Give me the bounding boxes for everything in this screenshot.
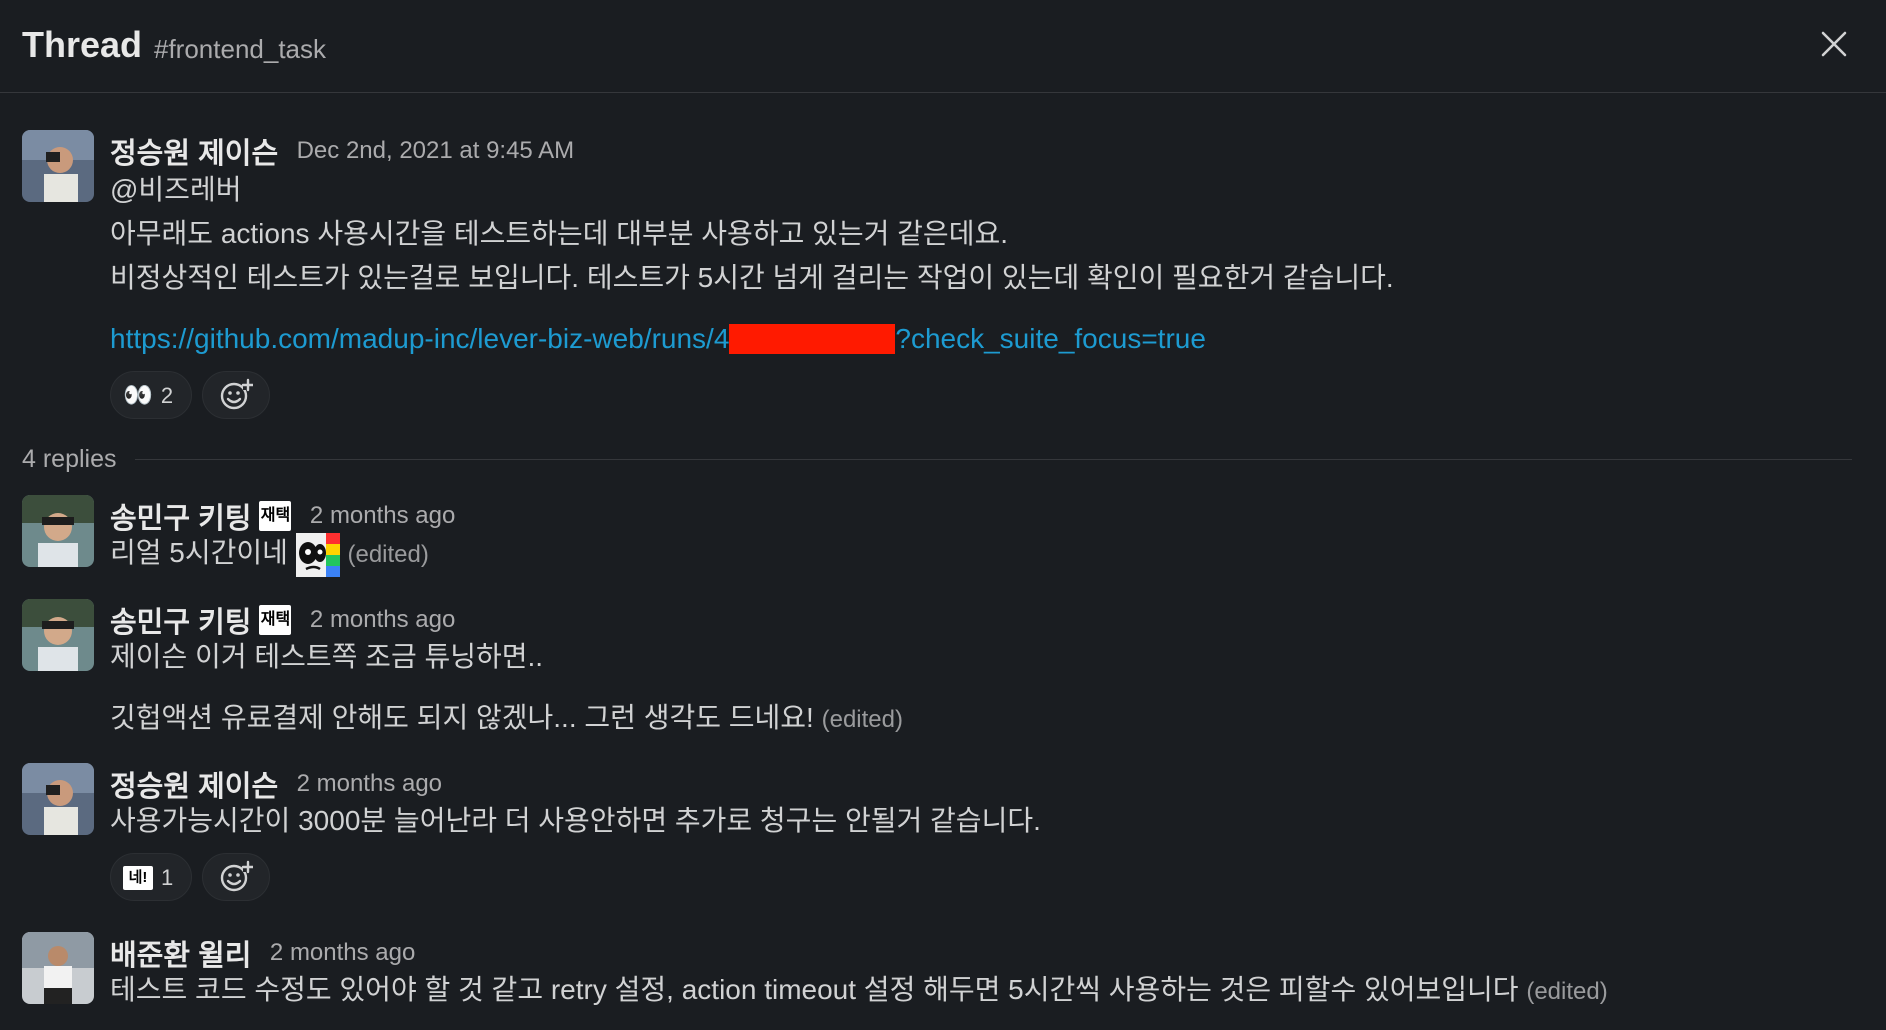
thread-title: Thread xyxy=(22,24,143,65)
message-line: 제이슨 이거 테스트쪽 조금 튜닝하면.. xyxy=(110,641,544,672)
timestamp[interactable]: 2 months ago xyxy=(310,606,455,633)
redaction-box xyxy=(729,323,896,354)
message-text: 리얼 5시간이네 xyxy=(110,537,288,568)
avatar[interactable] xyxy=(22,932,94,1004)
avatar[interactable] xyxy=(22,763,94,835)
message-text: 깃헙액션 유료결제 안해도 되지 않겠나... 그런 생각도 드네요! xyxy=(110,702,814,733)
avatar[interactable] xyxy=(22,599,94,671)
reaction-count: 2 xyxy=(160,383,174,409)
add-reaction-icon xyxy=(221,378,255,409)
ne-emoji-icon: 네! xyxy=(123,866,153,891)
reaction-ne[interactable]: 네! 1 xyxy=(110,853,192,901)
timestamp[interactable]: 2 months ago xyxy=(270,939,415,966)
link-suffix[interactable]: ?check_suite_focus=true xyxy=(895,323,1206,354)
reactions: 네! 1 xyxy=(110,853,1850,901)
add-reaction-button[interactable] xyxy=(202,853,271,901)
timestamp[interactable]: 2 months ago xyxy=(297,770,442,797)
reaction-count: 1 xyxy=(161,865,174,891)
divider-line xyxy=(22,459,1852,460)
status-emoji-badge[interactable]: 재택 xyxy=(259,605,292,635)
message-line: @비즈레버 xyxy=(110,174,242,205)
author-name[interactable]: 정승원 제이슨 xyxy=(110,138,278,170)
status-emoji-badge[interactable]: 재택 xyxy=(259,501,292,531)
close-icon[interactable] xyxy=(1816,26,1852,62)
add-reaction-button[interactable] xyxy=(202,371,271,419)
replies-count: 4 replies xyxy=(22,445,135,473)
message-link[interactable]: https://github.com/madup-inc/lever-biz-w… xyxy=(110,317,1850,361)
message-line: 깃헙액션 유료결제 안해도 되지 않겠나... 그런 생각도 드네요! (edi… xyxy=(110,696,1850,742)
avatar[interactable] xyxy=(22,495,94,567)
add-reaction-icon xyxy=(221,860,255,891)
edited-label: (edited) xyxy=(1526,978,1608,1005)
reactions: 👀 2 xyxy=(110,371,1850,419)
link-prefix[interactable]: https://github.com/madup-inc/lever-biz-w… xyxy=(110,323,729,354)
custom-face-emoji-icon xyxy=(295,532,340,577)
timestamp[interactable]: 2 months ago xyxy=(310,502,455,529)
eyes-emoji-icon: 👀 xyxy=(123,382,153,410)
channel-name-link[interactable]: #frontend_task xyxy=(154,34,326,65)
avatar[interactable] xyxy=(22,130,94,202)
message-line: 테스트 코드 수정도 있어야 할 것 같고 retry 설정, action t… xyxy=(110,968,1850,1014)
message-line: 리얼 5시간이네 (edited) xyxy=(110,531,1850,577)
replies-divider: 4 replies xyxy=(22,445,1852,475)
message-line: 아무래도 actions 사용시간을 테스트하는데 대부분 사용하고 있는거 같… xyxy=(110,218,1008,249)
timestamp[interactable]: Dec 2nd, 2021 at 9:45 AM xyxy=(297,137,575,164)
reaction-eyes[interactable]: 👀 2 xyxy=(110,371,192,419)
message-line: 비정상적인 테스트가 있는걸로 보입니다. 테스트가 5시간 넘게 걸리는 작업… xyxy=(110,262,1394,293)
edited-label: (edited) xyxy=(347,541,429,568)
message-line: 사용가능시간이 3000분 늘어난라 더 사용안하면 추가로 청구는 안될거 같… xyxy=(110,805,1041,836)
message-text: 테스트 코드 수정도 있어야 할 것 같고 retry 설정, action t… xyxy=(110,974,1519,1005)
edited-label: (edited) xyxy=(821,706,903,733)
thread-header: Thread #frontend_task xyxy=(0,0,1886,93)
